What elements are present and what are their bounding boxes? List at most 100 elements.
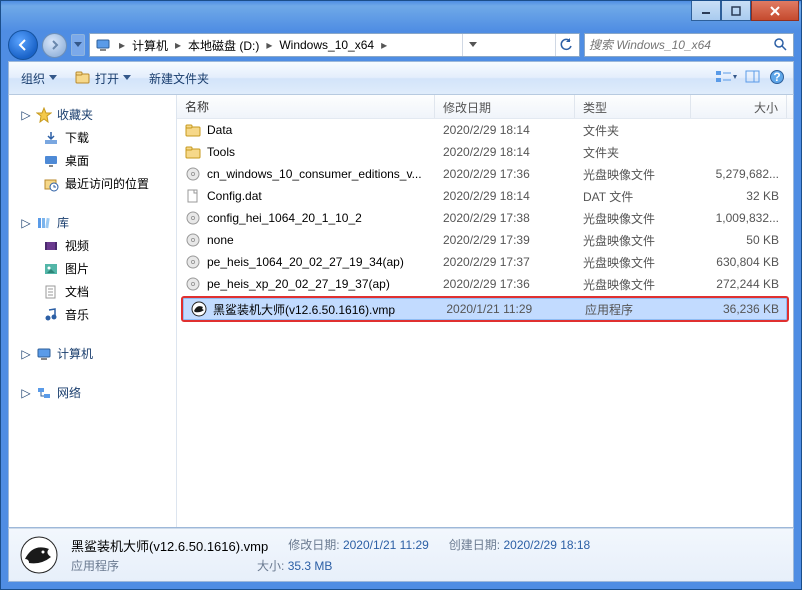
open-button[interactable]: 打开 [71,68,135,89]
pictures-icon [43,261,59,277]
chevron-right-icon[interactable]: ▸ [263,38,275,52]
address-dropdown-icon[interactable] [462,34,484,56]
file-date: 2020/2/29 18:14 [435,143,575,161]
iso-icon [185,210,201,226]
details-size-value: 35.3 MB [288,559,333,573]
file-row[interactable]: Config.dat2020/2/29 18:14DAT 文件32 KB [177,185,793,207]
organize-button[interactable]: 组织 [17,68,61,89]
titlebar[interactable] [1,1,801,29]
tree-network[interactable]: ▷ 网络 [9,381,176,404]
file-row[interactable]: 黑鲨装机大师(v12.6.50.1616).vmp2020/1/21 11:29… [181,296,789,322]
file-type: 光盘映像文件 [575,252,691,273]
chevron-down-icon [49,75,57,81]
star-icon [36,107,52,123]
tree-videos[interactable]: 视频 [9,234,176,257]
column-headers[interactable]: 名称 修改日期 类型 大小 [177,95,793,119]
recent-icon [43,176,59,192]
file-size: 32 KB [691,187,787,205]
tree-desktop[interactable]: 桌面 [9,149,176,172]
file-row[interactable]: config_hei_1064_20_1_10_22020/2/29 17:38… [177,207,793,229]
toolbar-label: 打开 [95,70,119,87]
file-list: 名称 修改日期 类型 大小 Data2020/2/29 18:14文件夹Tool… [177,95,793,527]
file-type: 光盘映像文件 [575,208,691,229]
open-icon [75,70,91,86]
file-row[interactable]: Tools2020/2/29 18:14文件夹 [177,141,793,163]
shark-icon [191,301,207,317]
close-button[interactable] [751,1,799,21]
column-date[interactable]: 修改日期 [435,95,575,118]
minimize-button[interactable] [691,1,721,21]
iso-icon [185,276,201,292]
breadcrumb-segment[interactable]: Windows_10_x64 [275,38,378,52]
search-box[interactable] [584,33,794,57]
file-date: 2020/2/29 17:38 [435,209,575,227]
tree-libraries[interactable]: ▷ 库 [9,211,176,234]
search-icon[interactable] [773,37,789,53]
file-row[interactable]: cn_windows_10_consumer_editions_v...2020… [177,163,793,185]
folder-icon [185,122,201,138]
file-size: 36,236 KB [692,301,787,317]
file-row[interactable]: none2020/2/29 17:39光盘映像文件50 KB [177,229,793,251]
library-icon [36,215,52,231]
file-name: Config.dat [207,189,262,203]
file-type: 光盘映像文件 [575,230,691,251]
expand-icon[interactable]: ▷ [21,347,31,361]
tree-downloads[interactable]: 下载 [9,126,176,149]
expand-icon[interactable]: ▷ [21,386,31,400]
refresh-icon[interactable] [555,34,577,56]
file-date: 2020/2/29 17:36 [435,275,575,293]
file-size: 272,244 KB [691,275,787,293]
tree-computer[interactable]: ▷ 计算机 [9,342,176,365]
maximize-button[interactable] [721,1,751,21]
details-mod-value: 2020/1/21 11:29 [343,538,429,552]
details-mod-label: 修改日期: [288,538,339,552]
iso-icon [185,232,201,248]
tree-favorites[interactable]: ▷ 收藏夹 [9,103,176,126]
iso-icon [185,166,201,182]
folder-icon [185,144,201,160]
tree-pictures[interactable]: 图片 [9,257,176,280]
tree-label: 最近访问的位置 [65,175,149,192]
svg-text:?: ? [773,70,780,84]
file-name: 黑鲨装机大师(v12.6.50.1616).vmp [213,301,395,318]
breadcrumb-segment[interactable]: 计算机 [128,37,172,54]
file-name: pe_heis_xp_20_02_27_19_37(ap) [207,277,390,291]
chevron-right-icon[interactable]: ▸ [172,38,184,52]
toolbar: 组织 打开 新建文件夹 ? [8,61,794,95]
tree-documents[interactable]: 文档 [9,280,176,303]
tree-recent[interactable]: 最近访问的位置 [9,172,176,195]
view-options-icon[interactable] [715,69,737,88]
preview-pane-icon[interactable] [745,69,761,88]
breadcrumb-segment[interactable]: 本地磁盘 (D:) [184,37,263,54]
explorer-window: ▸ 计算机 ▸ 本地磁盘 (D:) ▸ Windows_10_x64 ▸ 组织 [0,0,802,590]
file-type: DAT 文件 [575,186,691,207]
back-button[interactable] [8,30,38,60]
column-size[interactable]: 大小 [691,95,787,118]
toolbar-label: 新建文件夹 [149,70,209,87]
address-bar[interactable]: ▸ 计算机 ▸ 本地磁盘 (D:) ▸ Windows_10_x64 ▸ [89,33,580,57]
new-folder-button[interactable]: 新建文件夹 [145,68,213,89]
file-type: 光盘映像文件 [575,274,691,295]
file-row[interactable]: Data2020/2/29 18:14文件夹 [177,119,793,141]
file-row[interactable]: pe_heis_1064_20_02_27_19_34(ap)2020/2/29… [177,251,793,273]
file-size [691,128,787,132]
chevron-right-icon[interactable]: ▸ [378,38,390,52]
nav-bar: ▸ 计算机 ▸ 本地磁盘 (D:) ▸ Windows_10_x64 ▸ [8,29,794,61]
help-icon[interactable]: ? [769,69,785,88]
column-name[interactable]: 名称 [177,95,435,118]
forward-button[interactable] [42,33,67,58]
file-row[interactable]: pe_heis_xp_20_02_27_19_37(ap) 2020/2/29 1… [177,273,793,295]
tree-label: 网络 [57,384,81,401]
chevron-right-icon[interactable]: ▸ [116,38,128,52]
search-input[interactable] [589,38,773,52]
file-type: 文件夹 [575,120,691,141]
details-pane: 黑鲨装机大师(v12.6.50.1616).vmp 修改日期: 2020/1/2… [8,528,794,582]
history-dropdown[interactable] [71,34,85,56]
expand-icon[interactable]: ▷ [21,216,31,230]
column-type[interactable]: 类型 [575,95,691,118]
tree-music[interactable]: 音乐 [9,303,176,326]
music-icon [43,307,59,323]
tree-label: 下载 [65,129,89,146]
expand-icon[interactable]: ▷ [21,108,31,122]
video-icon [43,238,59,254]
